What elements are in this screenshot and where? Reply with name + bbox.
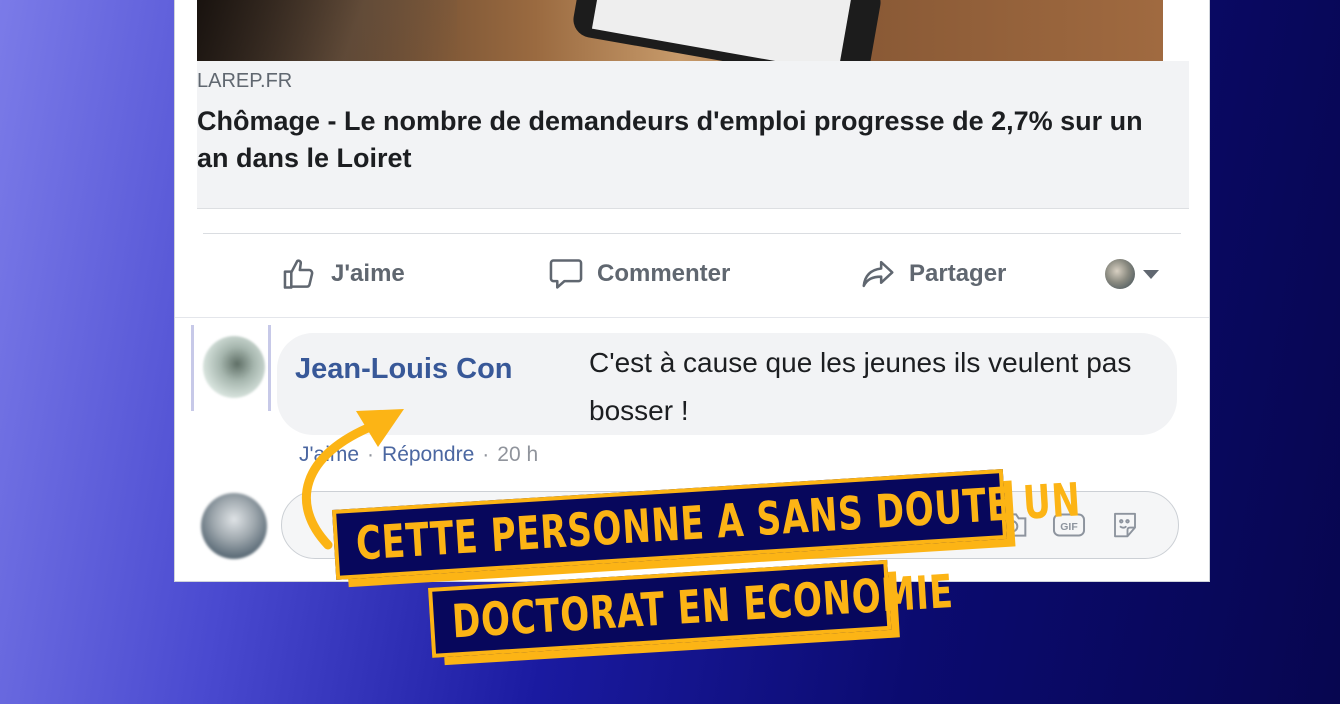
caption-text: CETTE PERSONNE A SANS DOUTE UN xyxy=(354,472,1083,571)
caption-text: DOCTORAT EN ECONOMIE xyxy=(450,563,955,649)
caption-line-1: CETTE PERSONNE A SANS DOUTE UN xyxy=(332,468,1083,580)
meme-overlay: CETTE PERSONNE A SANS DOUTE UN DOCTORAT … xyxy=(0,0,1340,704)
